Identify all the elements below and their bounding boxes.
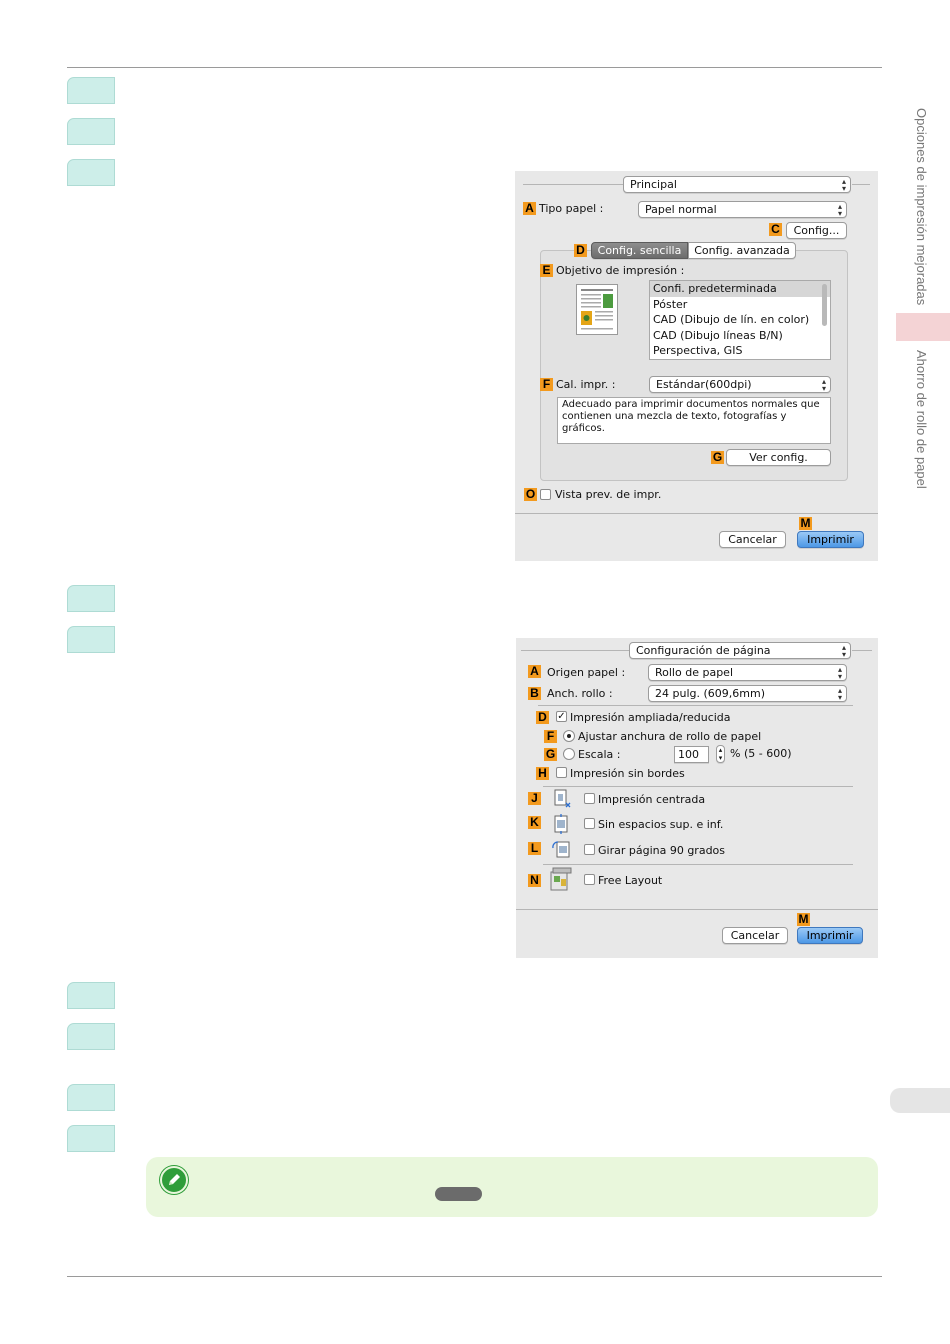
objetivo-label: Objetivo de impresión :	[556, 264, 685, 277]
list-scrollbar[interactable]	[822, 284, 827, 326]
callout-o: O	[524, 487, 537, 501]
centered-page-icon	[551, 788, 573, 810]
side-tab-section[interactable]: Opciones de impresión mejoradas	[914, 108, 929, 305]
cancel-button[interactable]: Cancelar	[722, 927, 788, 944]
callout-g: G	[544, 747, 557, 761]
step-marker	[67, 585, 115, 612]
free-layout-label: Free Layout	[598, 874, 663, 887]
free-layout-icon	[548, 867, 574, 893]
popup-arrows-icon: ▴ ▾	[837, 665, 842, 681]
anch-rollo-popup[interactable]: 24 pulg. (609,6mm) ▴ ▾	[648, 685, 847, 702]
step-marker	[67, 1023, 115, 1050]
reference-link-badge[interactable]	[435, 1187, 482, 1201]
panel-popup[interactable]: Configuración de página ▴ ▾	[629, 642, 851, 659]
note-box	[146, 1157, 878, 1217]
step-marker	[67, 77, 115, 104]
print-button[interactable]: Imprimir	[797, 531, 864, 548]
popup-arrows-icon: ▴ ▾	[837, 202, 842, 218]
ver-config-button[interactable]: Ver config.	[726, 449, 831, 466]
cancel-button[interactable]: Cancelar	[719, 531, 786, 548]
tab-config-sencilla[interactable]: Config. sencilla	[591, 242, 688, 259]
callout-l: L	[528, 842, 541, 855]
cal-impr-label: Cal. impr. :	[556, 378, 616, 391]
sin-espacios-label: Sin espacios sup. e inf.	[598, 818, 724, 831]
callout-h: H	[536, 767, 549, 780]
side-tab-index[interactable]	[890, 1088, 950, 1113]
popup-arrows-icon: ▴ ▾	[841, 177, 846, 193]
tipo-papel-label: Tipo papel :	[539, 202, 604, 215]
print-button[interactable]: Imprimir	[797, 927, 863, 944]
side-tab-highlight	[896, 313, 950, 341]
list-item[interactable]: Póster	[650, 297, 830, 313]
tab-config-avanzada[interactable]: Config. avanzada	[688, 242, 796, 259]
origen-papel-popup[interactable]: Rollo de papel ▴ ▾	[648, 664, 847, 681]
popup-arrows-icon: ▴ ▾	[821, 377, 826, 393]
callout-d: D	[574, 244, 587, 257]
callout-m: M	[799, 516, 812, 530]
callout-n: N	[528, 874, 541, 887]
tipo-papel-popup[interactable]: Papel normal ▴ ▾	[638, 201, 847, 218]
pencil-note-icon	[160, 1166, 188, 1194]
step-marker	[67, 118, 115, 145]
vista-previa-label: Vista prev. de impr.	[555, 488, 662, 501]
escala-stepper[interactable]: ▴ ▾	[716, 745, 725, 763]
escala-input[interactable]: 100	[674, 746, 709, 763]
print-dialog-main: Principal ▴ ▾ A Tipo papel : Papel normal ▴…	[515, 171, 878, 561]
callout-f: F	[544, 730, 557, 743]
list-item[interactable]: CAD (Dibujo líneas B/N)	[650, 328, 830, 344]
popup-arrows-icon: ▴ ▾	[841, 643, 846, 659]
sin-bordes-label: Impresión sin bordes	[570, 767, 685, 780]
sin-bordes-checkbox[interactable]	[556, 767, 567, 778]
step-marker	[67, 1084, 115, 1111]
side-tab-subsection[interactable]: Ahorro de rollo de papel	[914, 350, 929, 489]
description-box: Adecuado para imprimir documentos normal…	[557, 397, 831, 444]
ampliada-checkbox[interactable]: ✓	[556, 711, 567, 722]
header-rule	[67, 67, 882, 68]
config-button[interactable]: Config...	[786, 222, 847, 239]
sin-espacios-checkbox[interactable]	[584, 818, 595, 829]
document-preview-icon	[576, 284, 618, 335]
centrada-label: Impresión centrada	[598, 793, 706, 806]
escala-range: % (5 - 600)	[730, 747, 792, 760]
print-dialog-page-setup: Configuración de página ▴ ▾ A Origen papel…	[516, 638, 878, 958]
callout-g: G	[711, 450, 724, 464]
step-marker	[67, 982, 115, 1009]
rotate-page-icon	[551, 838, 573, 860]
list-item[interactable]: Confi. predeterminada	[650, 281, 830, 297]
list-item[interactable]: Perspectiva, GIS	[650, 343, 830, 359]
step-marker	[67, 1125, 115, 1152]
step-marker	[67, 626, 115, 653]
footer-rule	[67, 1276, 882, 1277]
centrada-checkbox[interactable]	[584, 793, 595, 804]
ajustar-label: Ajustar anchura de rollo de papel	[578, 730, 762, 743]
step-marker	[67, 159, 115, 186]
anch-rollo-label: Anch. rollo :	[547, 687, 613, 700]
callout-k: K	[528, 816, 541, 829]
callout-c: C	[769, 223, 782, 236]
escala-label: Escala :	[578, 748, 621, 761]
girar-label: Girar página 90 grados	[598, 844, 726, 857]
objetivo-list[interactable]: Confi. predeterminada Póster CAD (Dibujo…	[649, 280, 831, 360]
ajustar-radio[interactable]	[563, 730, 575, 742]
callout-j: J	[528, 792, 541, 805]
cal-impr-popup[interactable]: Estándar(600dpi) ▴ ▾	[649, 376, 831, 393]
origen-papel-label: Origen papel :	[547, 666, 626, 679]
callout-m: M	[797, 912, 810, 926]
callout-f: F	[540, 378, 553, 391]
girar-checkbox[interactable]	[584, 844, 595, 855]
callout-b: B	[528, 687, 541, 700]
ampliada-label: Impresión ampliada/reducida	[570, 711, 731, 724]
list-item[interactable]: CAD (Dibujo de lín. en color)	[650, 312, 830, 328]
callout-e: E	[540, 264, 553, 277]
callout-a: A	[523, 202, 536, 215]
vista-previa-checkbox[interactable]	[540, 489, 551, 500]
free-layout-checkbox[interactable]	[584, 874, 595, 885]
panel-popup[interactable]: Principal ▴ ▾	[623, 176, 851, 193]
escala-radio[interactable]	[563, 748, 575, 760]
callout-a: A	[528, 665, 541, 678]
callout-d: D	[536, 711, 549, 724]
no-spaces-icon	[551, 813, 573, 835]
popup-arrows-icon: ▴ ▾	[837, 686, 842, 702]
